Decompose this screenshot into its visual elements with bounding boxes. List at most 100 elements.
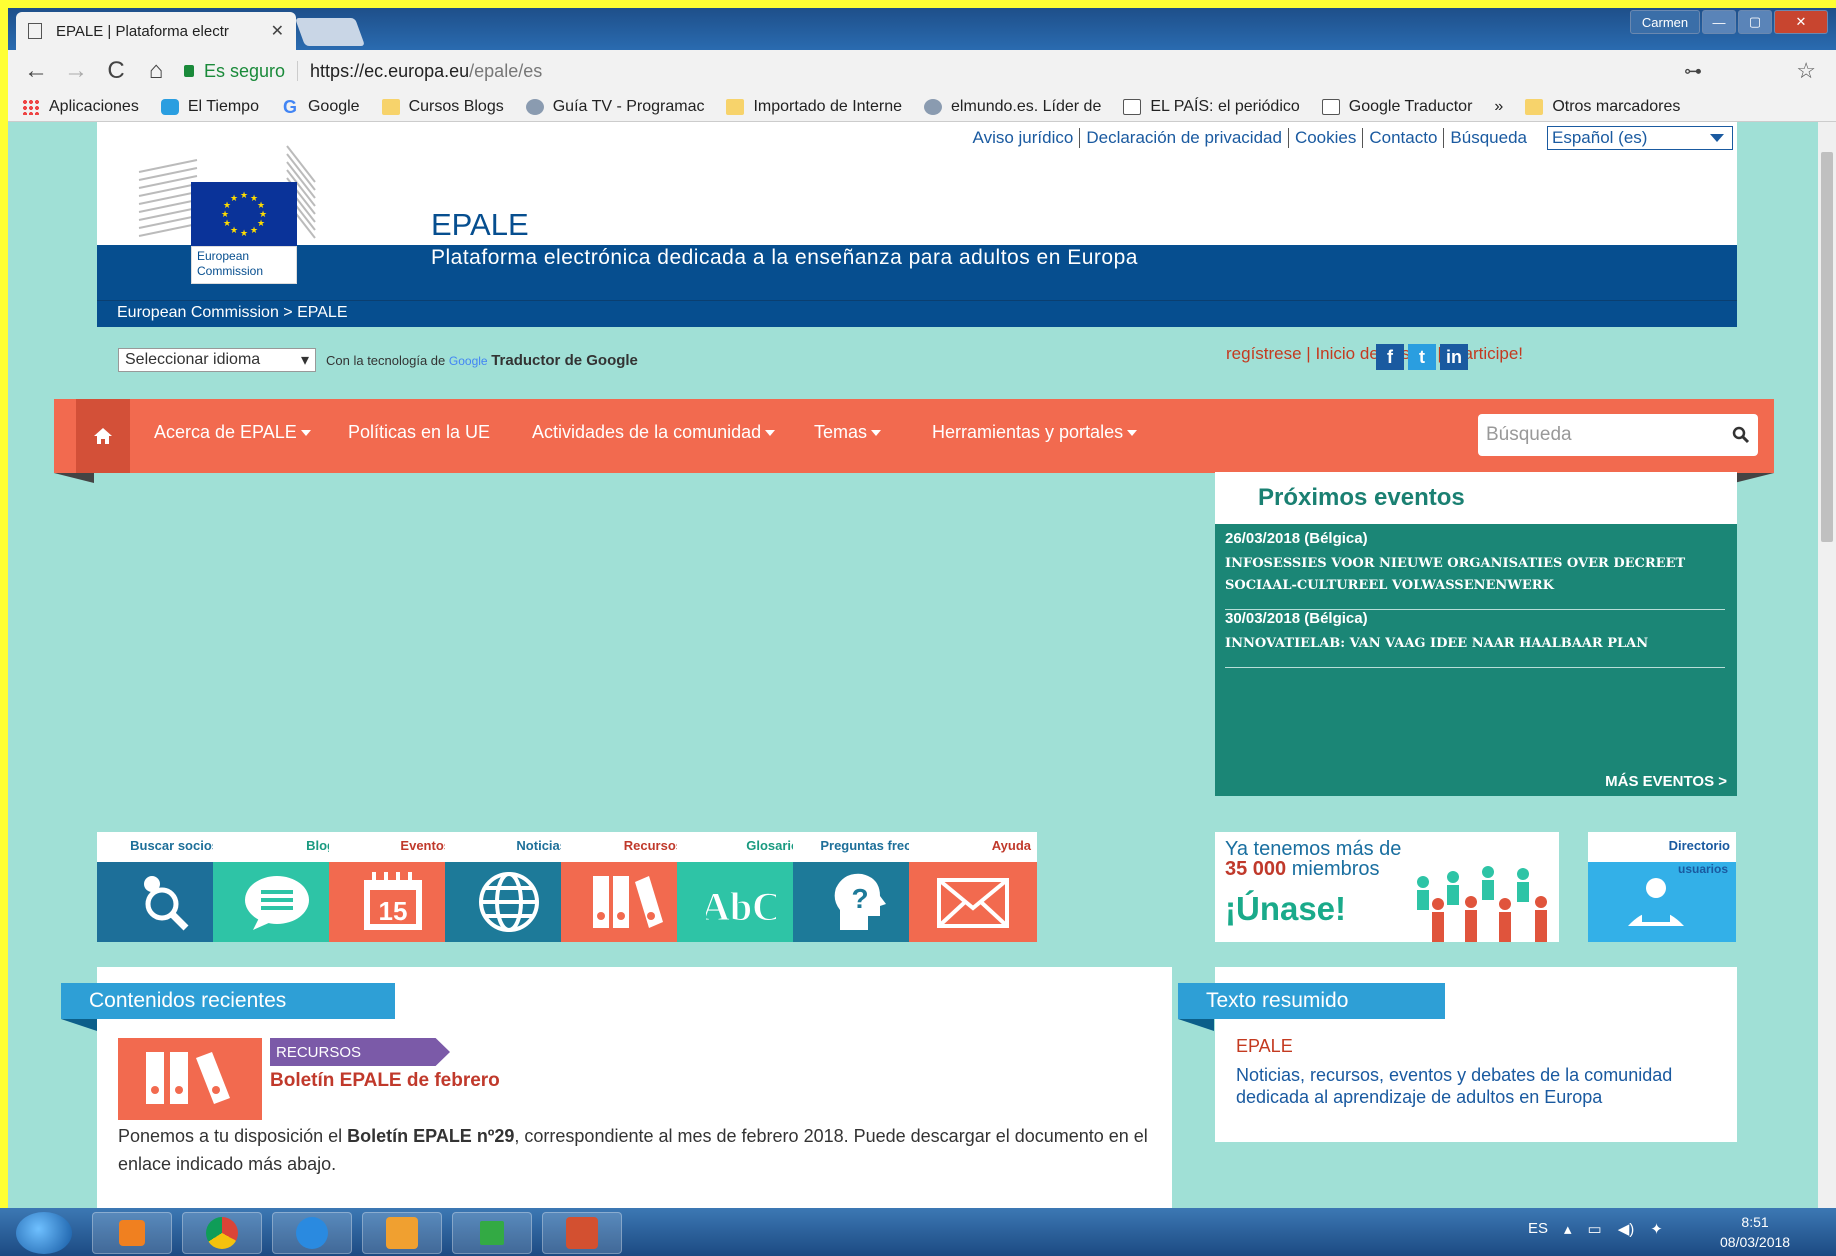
apps-icon bbox=[22, 98, 40, 115]
start-button[interactable] bbox=[16, 1212, 72, 1254]
translate-language-select[interactable]: Seleccionar idioma ▾ bbox=[118, 348, 316, 372]
taskbar-chrome[interactable] bbox=[182, 1212, 262, 1254]
event-item[interactable]: 30/03/2018 (Bélgica) INNOVATIELAB: VAN V… bbox=[1225, 610, 1725, 668]
language-select[interactable]: Español (es) bbox=[1547, 126, 1733, 150]
tile-label: Noticias bbox=[445, 832, 573, 862]
directory-tile[interactable]: Directorio usuarios bbox=[1588, 832, 1736, 942]
taskbar-app[interactable] bbox=[452, 1212, 532, 1254]
bookmark-item[interactable]: Google Traductor bbox=[1321, 98, 1472, 116]
scrollbar-thumb[interactable] bbox=[1821, 152, 1833, 542]
chevron-up-icon[interactable]: ▴ bbox=[1564, 1220, 1572, 1238]
site-title[interactable]: EPALE bbox=[431, 207, 529, 243]
breadcrumb[interactable]: European Commission > EPALE bbox=[117, 304, 347, 322]
bookmark-label: Cursos Blogs bbox=[408, 97, 504, 115]
dropbox-icon[interactable]: ✦ bbox=[1650, 1220, 1663, 1238]
link-contact[interactable]: Contacto bbox=[1363, 128, 1445, 148]
ec-caption-line2: Commission bbox=[197, 264, 264, 278]
bookmark-star-icon[interactable]: ☆ bbox=[1796, 58, 1816, 84]
key-icon[interactable]: ⊶ bbox=[1684, 61, 1702, 82]
account-links[interactable]: regístrese | Inicio de sesión | ¡Partici… bbox=[1226, 344, 1523, 364]
bookmark-item[interactable]: Importado de Interne bbox=[726, 98, 902, 116]
binders-icon[interactable] bbox=[118, 1038, 262, 1120]
more-events-link[interactable]: MÁS EVENTOS > bbox=[1605, 773, 1727, 790]
tile-calendar[interactable]: Eventos 15 bbox=[329, 832, 457, 942]
google-logo: Google bbox=[448, 354, 488, 368]
events-heading: Próximos eventos bbox=[1215, 472, 1737, 524]
bookmark-item[interactable]: G Google bbox=[281, 98, 360, 116]
nav-about[interactable]: Acerca de EPALE bbox=[154, 422, 311, 443]
network-icon[interactable]: ▭ bbox=[1588, 1220, 1602, 1238]
minimize-button[interactable]: — bbox=[1702, 10, 1736, 34]
home-button[interactable]: ⌂ bbox=[144, 57, 168, 85]
close-tab-icon[interactable]: ✕ bbox=[271, 21, 284, 41]
nav-about-label: Acerca de EPALE bbox=[154, 422, 297, 442]
close-window-button[interactable]: ✕ bbox=[1774, 10, 1828, 34]
translator-link[interactable]: Traductor de Google bbox=[491, 352, 638, 369]
events-panel: 26/03/2018 (Bélgica) INFOSESSIES VOOR NI… bbox=[1215, 524, 1737, 796]
link-privacy[interactable]: Declaración de privacidad bbox=[1080, 128, 1289, 148]
link-search[interactable]: Búsqueda bbox=[1444, 128, 1533, 148]
link-legal[interactable]: Aviso jurídico bbox=[967, 128, 1081, 148]
system-tray: ES ▴ ▭ ◀) ✦ bbox=[1528, 1220, 1663, 1238]
facebook-icon[interactable]: f bbox=[1376, 344, 1404, 370]
taskbar-powerpoint[interactable] bbox=[542, 1212, 622, 1254]
taskbar-ie[interactable] bbox=[272, 1212, 352, 1254]
bookmark-item[interactable]: Otros marcadores bbox=[1525, 98, 1680, 116]
event-title[interactable]: INNOVATIELAB: VAN VAAG IDEE NAAR HAALBAA… bbox=[1225, 633, 1725, 667]
caret-down-icon bbox=[871, 430, 882, 437]
tile-envelope[interactable]: Ayuda bbox=[909, 832, 1037, 942]
profile-button[interactable]: Carmen bbox=[1630, 10, 1700, 34]
bookmark-item[interactable]: » bbox=[1494, 98, 1503, 116]
omnibox[interactable]: Es seguro https://ec.europa.eu /epale/es bbox=[184, 56, 1684, 86]
nav-fold-left bbox=[54, 473, 94, 483]
maximize-button[interactable]: ▢ bbox=[1738, 10, 1772, 34]
bookmark-item[interactable]: elmundo.es. Líder de bbox=[924, 98, 1101, 116]
event-title[interactable]: INFOSESSIES VOOR NIEUWE ORGANISATIES OVE… bbox=[1225, 553, 1725, 609]
twitter-icon[interactable]: t bbox=[1408, 344, 1436, 370]
tile-glossary[interactable]: Glosario AbC bbox=[677, 832, 805, 942]
bookmark-item[interactable]: Guía TV - Programac bbox=[525, 98, 704, 116]
tile-blog[interactable]: Blog bbox=[213, 832, 341, 942]
search-input[interactable]: Búsqueda bbox=[1478, 414, 1758, 456]
linkedin-icon[interactable]: in bbox=[1440, 344, 1468, 370]
nav-themes[interactable]: Temas bbox=[814, 422, 882, 443]
bookmark-item[interactable]: El Tiempo bbox=[160, 98, 259, 116]
join-cta[interactable]: ¡Únase! bbox=[1225, 890, 1346, 928]
event-item[interactable]: 26/03/2018 (Bélgica) INFOSESSIES VOOR NI… bbox=[1225, 530, 1725, 610]
bookmark-item[interactable]: EL PAÍS: el periódico bbox=[1123, 98, 1300, 116]
taskbar-outlook[interactable] bbox=[362, 1212, 442, 1254]
translate-powered-by: Con la tecnología de Google Traductor de… bbox=[326, 352, 638, 369]
svg-text:★: ★ bbox=[240, 229, 248, 239]
tile-search-people[interactable]: Buscar socios bbox=[97, 832, 225, 942]
article-title[interactable]: Boletín EPALE de febrero bbox=[270, 1070, 500, 1092]
home-nav-button[interactable] bbox=[76, 399, 130, 473]
tile-globe[interactable]: Noticias bbox=[445, 832, 573, 942]
reload-button[interactable]: C bbox=[104, 57, 128, 85]
event-date: 30/03/2018 (Bélgica) bbox=[1225, 610, 1368, 627]
bookmark-item[interactable]: Cursos Blogs bbox=[381, 97, 504, 116]
nav-tools[interactable]: Herramientas y portales bbox=[932, 422, 1138, 443]
bookmark-item[interactable]: Aplicaciones bbox=[22, 98, 139, 116]
new-tab-button[interactable] bbox=[294, 18, 366, 46]
tile-binders[interactable]: Recursos bbox=[561, 832, 689, 942]
page-scrollbar[interactable] bbox=[1818, 122, 1836, 1208]
language-value: Español (es) bbox=[1552, 128, 1648, 147]
event-date: 26/03/2018 (Bélgica) bbox=[1225, 530, 1368, 547]
browser-tab[interactable]: EPALE | Plataforma electr ✕ bbox=[16, 12, 296, 50]
back-button[interactable]: ← bbox=[24, 57, 48, 85]
folder-icon bbox=[381, 98, 400, 115]
clock[interactable]: 8:51 08/03/2018 bbox=[1720, 1212, 1790, 1252]
input-language[interactable]: ES bbox=[1528, 1220, 1548, 1238]
link-cookies[interactable]: Cookies bbox=[1289, 128, 1364, 148]
search-icon[interactable] bbox=[1732, 426, 1750, 444]
category-tag[interactable]: RECURSOS bbox=[270, 1038, 450, 1066]
forward-button[interactable]: → bbox=[64, 57, 88, 85]
join-banner[interactable]: Ya tenemos más de 35 000 miembros ¡Únase… bbox=[1215, 832, 1559, 942]
nav-tools-label: Herramientas y portales bbox=[932, 422, 1124, 442]
volume-icon[interactable]: ◀) bbox=[1618, 1220, 1635, 1238]
nav-policies[interactable]: Políticas en la UE bbox=[348, 422, 490, 443]
taskbar-media-player[interactable] bbox=[92, 1212, 172, 1254]
tile-faq[interactable]: Preguntas frec.? bbox=[793, 832, 921, 942]
nav-community[interactable]: Actividades de la comunidad bbox=[532, 422, 776, 443]
url-host: https://ec.europa.eu bbox=[310, 60, 470, 81]
